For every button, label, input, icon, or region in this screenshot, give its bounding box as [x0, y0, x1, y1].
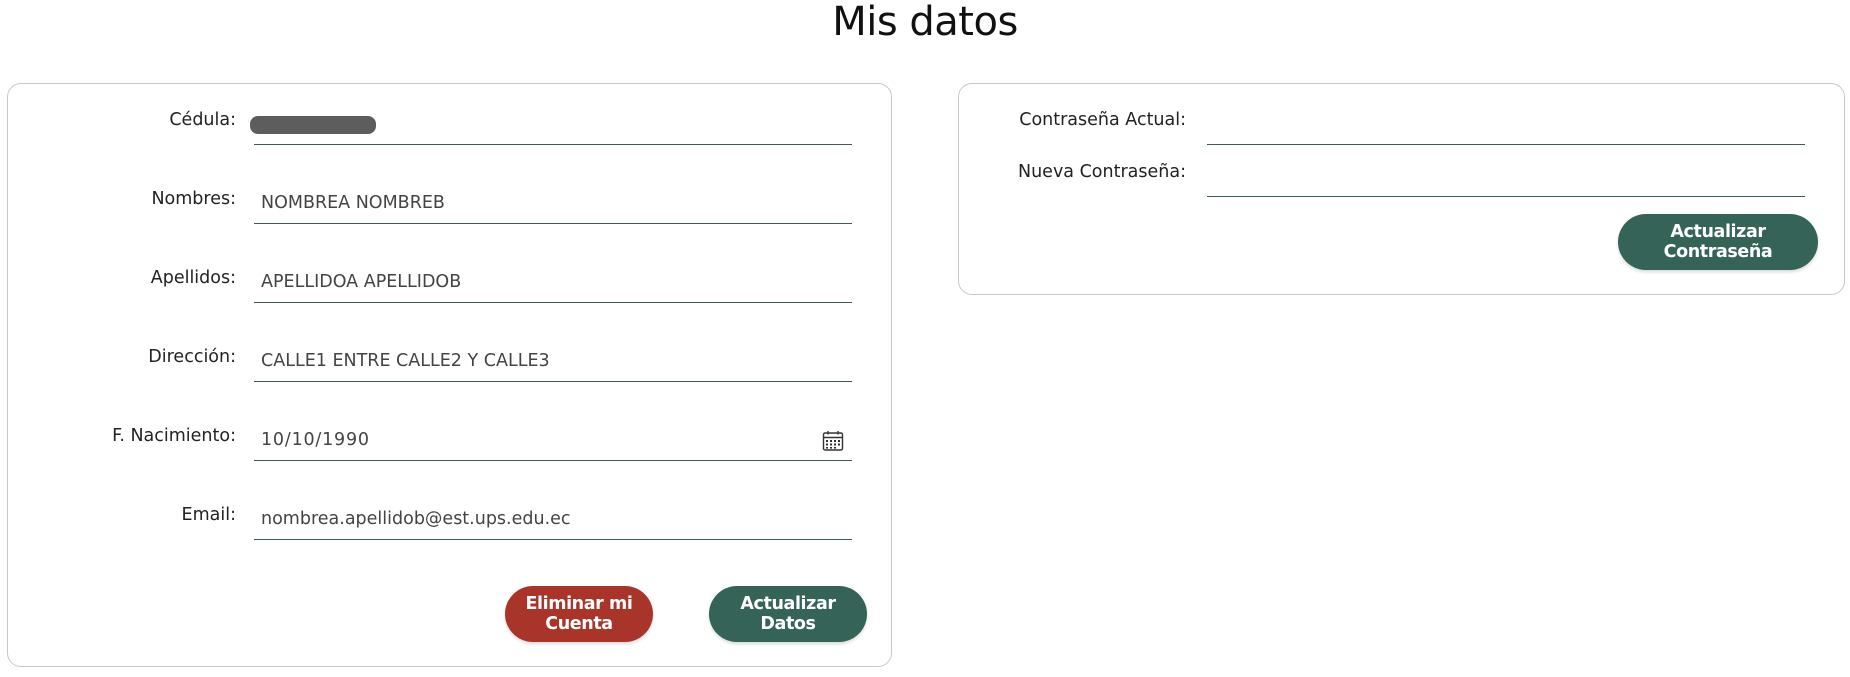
email-row: Email:: [8, 497, 236, 541]
nombres-label: Nombres:: [151, 189, 236, 209]
apellidos-field: [254, 263, 852, 303]
update-password-button[interactable]: Actualizar Contraseña: [1618, 214, 1818, 270]
current-password-label: Contraseña Actual:: [1019, 110, 1186, 130]
calendar-icon[interactable]: [822, 430, 844, 452]
new-password-field: [1207, 157, 1805, 197]
cedula-field[interactable]: [250, 105, 852, 145]
nacimiento-label: F. Nacimiento:: [112, 426, 236, 446]
apellidos-row: Apellidos:: [8, 260, 236, 304]
cedula-row: Cédula:: [8, 102, 236, 146]
direccion-field: [254, 342, 852, 382]
new-password-label: Nueva Contraseña:: [1018, 162, 1186, 182]
nombres-row: Nombres:: [8, 181, 236, 225]
direccion-label: Dirección:: [148, 347, 236, 367]
direccion-input[interactable]: [254, 342, 852, 380]
apellidos-label: Apellidos:: [150, 268, 236, 288]
update-data-button[interactable]: Actualizar Datos: [709, 586, 867, 642]
email-field: [254, 500, 852, 540]
current-password-row: Contraseña Actual:: [959, 102, 1186, 146]
delete-account-button[interactable]: Eliminar mi Cuenta: [505, 586, 653, 642]
email-label: Email:: [181, 505, 236, 525]
nacimiento-input[interactable]: [254, 421, 852, 459]
email-input[interactable]: [254, 500, 852, 538]
new-password-row: Nueva Contraseña:: [959, 154, 1186, 198]
profile-card: Cédula: Nombres: Apellidos: Dirección: F…: [7, 83, 892, 667]
cedula-label: Cédula:: [169, 110, 236, 130]
nacimiento-field: [254, 421, 852, 461]
password-card: Contraseña Actual: Nueva Contraseña: Act…: [958, 83, 1845, 295]
nacimiento-row: F. Nacimiento:: [8, 418, 236, 462]
page-title: Mis datos: [832, 0, 1018, 45]
nombres-input[interactable]: [254, 184, 852, 222]
current-password-field: [1207, 105, 1805, 145]
current-password-input[interactable]: [1207, 105, 1805, 143]
redacted-value: [250, 116, 376, 134]
direccion-row: Dirección:: [8, 339, 236, 383]
nombres-field: [254, 184, 852, 224]
new-password-input[interactable]: [1207, 157, 1805, 195]
apellidos-input[interactable]: [254, 263, 852, 301]
